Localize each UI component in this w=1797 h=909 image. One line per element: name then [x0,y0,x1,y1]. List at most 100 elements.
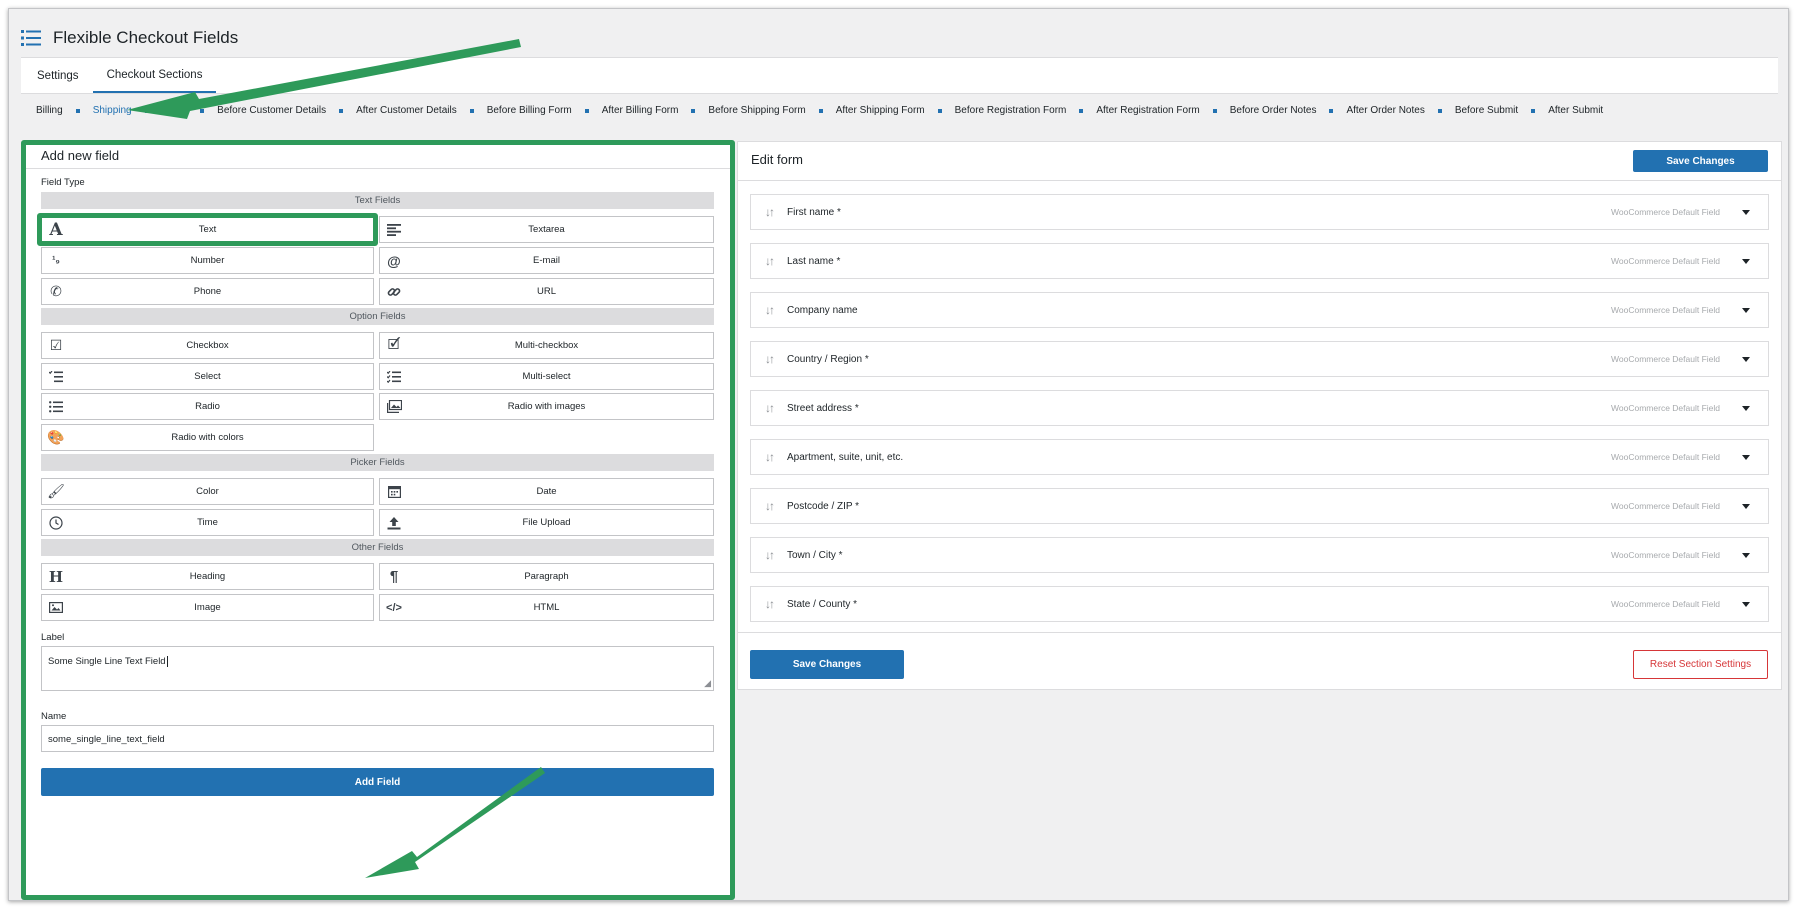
type-radio-images-button[interactable]: Radio with images [379,393,714,420]
type-image-label: Image [194,602,221,613]
sort-handle-icon[interactable]: ↓↑ [751,548,787,562]
section-after-billing-form[interactable]: After Billing Form [602,105,679,116]
text-a-icon: A [49,219,63,240]
chevron-down-icon[interactable] [1742,258,1750,264]
add-panel-title: Add new field [41,148,120,163]
group-picker-fields: Picker Fields [41,454,714,471]
sort-handle-icon[interactable]: ↓↑ [751,254,787,268]
chevron-down-icon[interactable] [1742,552,1750,558]
type-html-button[interactable]: </> HTML [379,594,714,621]
section-after-shipping-form[interactable]: After Shipping Form [836,105,925,116]
paintbrush-icon: 🖌 [47,483,65,499]
type-radio-colors-button[interactable]: 🎨 Radio with colors [41,424,374,451]
type-checkbox-button[interactable]: ☑ Checkbox [41,332,374,359]
section-after-submit[interactable]: After Submit [1548,105,1603,116]
chevron-down-icon[interactable] [1742,454,1750,460]
radio-list-icon [42,400,70,413]
sort-handle-icon[interactable]: ↓↑ [751,401,787,415]
field-row[interactable]: ↓↑ First name * WooCommerce Default Fiel… [750,194,1769,230]
tab-settings[interactable]: Settings [23,58,93,93]
reset-section-button[interactable]: Reset Section Settings [1633,650,1768,679]
field-row[interactable]: ↓↑ Street address * WooCommerce Default … [750,390,1769,426]
name-input[interactable]: some_single_line_text_field [41,725,714,752]
chevron-down-icon[interactable] [1742,503,1750,509]
chevron-down-icon[interactable] [1742,601,1750,607]
tab-checkout-sections[interactable]: Checkout Sections [92,58,217,93]
section-shipping[interactable]: Shipping [93,105,132,116]
field-row[interactable]: ↓↑ Apartment, suite, unit, etc. WooComme… [750,439,1769,475]
select-list-icon [42,370,70,383]
type-url-button[interactable]: URL [379,278,714,305]
field-row[interactable]: ↓↑ Town / City * WooCommerce Default Fie… [750,537,1769,573]
resize-handle-icon[interactable]: ◢ [704,678,711,689]
type-select-button[interactable]: Select [41,363,374,390]
section-before-billing-form[interactable]: Before Billing Form [487,105,572,116]
type-multi-select-button[interactable]: Multi-select [379,363,714,390]
type-phone-button[interactable]: ✆ Phone [41,278,374,305]
sort-handle-icon[interactable]: ↓↑ [751,499,787,513]
separator-dot [144,108,149,113]
type-radio-button[interactable]: Radio [41,393,374,420]
chevron-down-icon[interactable] [1742,356,1750,362]
sort-handle-icon[interactable]: ↓↑ [751,205,787,219]
section-after-registration-form[interactable]: After Registration Form [1096,105,1199,116]
sort-handle-icon[interactable]: ↓↑ [751,597,787,611]
section-order[interactable]: Order [162,105,188,116]
section-before-shipping-form[interactable]: Before Shipping Form [708,105,805,116]
section-after-order-notes[interactable]: After Order Notes [1346,105,1424,116]
type-file-upload-button[interactable]: File Upload [379,509,714,536]
section-after-customer-details[interactable]: After Customer Details [356,105,457,116]
type-number-label: Number [190,255,225,266]
sort-handle-icon[interactable]: ↓↑ [751,303,787,317]
type-phone-label: Phone [193,286,222,297]
field-row[interactable]: ↓↑ Postcode / ZIP * WooCommerce Default … [750,488,1769,524]
field-row[interactable]: ↓↑ Last name * WooCommerce Default Field [750,243,1769,279]
type-image-button[interactable]: Image [41,594,374,621]
chevron-down-icon[interactable] [1742,209,1750,215]
save-changes-bottom-button[interactable]: Save Changes [750,650,904,679]
type-multi-select-label: Multi-select [522,371,571,382]
field-label: First name * [787,206,841,218]
field-row[interactable]: ↓↑ State / County * WooCommerce Default … [750,586,1769,622]
sort-handle-icon[interactable]: ↓↑ [751,450,787,464]
align-left-icon [380,223,408,236]
field-row[interactable]: ↓↑ Country / Region * WooCommerce Defaul… [750,341,1769,377]
type-text-button[interactable]: A Text [37,213,378,246]
section-before-registration-form[interactable]: Before Registration Form [955,105,1067,116]
section-before-order-notes[interactable]: Before Order Notes [1230,105,1317,116]
type-text-label: Text [198,224,217,235]
section-before-submit[interactable]: Before Submit [1455,105,1518,116]
tab-bar: Settings Checkout Sections [21,57,1778,94]
sort-handle-icon[interactable]: ↓↑ [751,352,787,366]
clock-icon [42,515,70,530]
sections-nav: Billing Shipping Order Before Customer D… [36,105,1603,116]
chevron-down-icon[interactable] [1742,405,1750,411]
section-before-customer-details[interactable]: Before Customer Details [217,105,326,116]
palette-icon: 🎨 [47,429,65,445]
chevron-down-icon[interactable] [1742,307,1750,313]
field-row[interactable]: ↓↑ Company name WooCommerce Default Fiel… [750,292,1769,328]
type-multi-checkbox-button[interactable]: 🗹 Multi-checkbox [379,332,714,359]
group-other-fields: Other Fields [41,539,714,556]
type-textarea-button[interactable]: Textarea [379,216,714,243]
section-billing[interactable]: Billing [36,105,63,116]
field-source: WooCommerce Default Field [1611,305,1720,315]
separator-dot [1329,108,1334,113]
type-date-button[interactable]: Date [379,478,714,505]
type-html-label: HTML [533,602,560,613]
type-radio-images-label: Radio with images [507,401,586,412]
divider [738,632,1781,633]
save-changes-top-button[interactable]: Save Changes [1633,150,1768,172]
page-title: Flexible Checkout Fields [53,28,239,47]
heading-icon: H [48,567,64,586]
type-email-button[interactable]: @ E-mail [379,247,714,274]
type-number-button[interactable]: ¹₉ Number [41,247,374,274]
type-time-button[interactable]: Time [41,509,374,536]
label-textarea[interactable]: Some Single Line Text Field ◢ [41,646,714,691]
type-color-button[interactable]: 🖌 Color [41,478,374,505]
edit-form-panel: Edit form Save Changes ↓↑ First name * W… [737,141,1782,690]
type-heading-button[interactable]: H Heading [41,563,374,590]
paragraph-icon: ¶ [389,568,399,585]
add-field-button[interactable]: Add Field [41,768,714,796]
type-paragraph-button[interactable]: ¶ Paragraph [379,563,714,590]
